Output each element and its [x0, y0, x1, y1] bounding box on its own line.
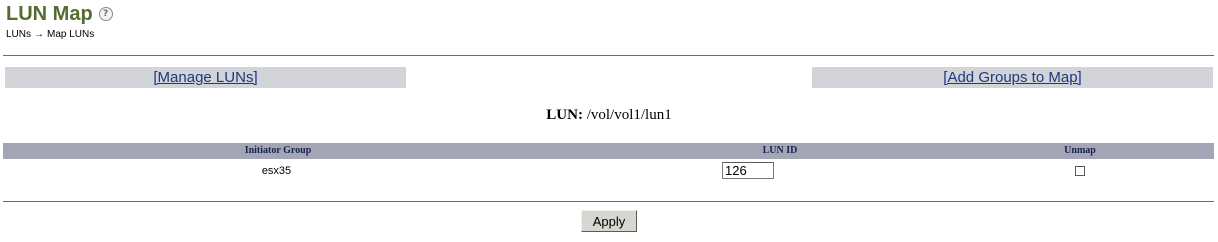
lun-label-prefix: LUN: — [546, 107, 583, 123]
header-initiator-group: Initiator Group — [244, 145, 312, 156]
divider-bottom — [3, 201, 1214, 202]
initiator-group-cell: esx35 — [261, 165, 292, 177]
add-groups-bar: [Add Groups to Map] — [812, 67, 1213, 88]
header-lun-id: LUN ID — [762, 145, 798, 156]
breadcrumb: LUNs → Map LUNs — [6, 29, 94, 40]
header-unmap: Unmap — [1064, 145, 1096, 156]
unmap-checkbox[interactable] — [1075, 166, 1085, 176]
lun-id-input[interactable] — [722, 162, 774, 179]
manage-luns-bar: [Manage LUNs] — [5, 67, 406, 88]
add-groups-to-map-link[interactable]: [Add Groups to Map] — [943, 69, 1081, 86]
arrow-right-icon: → — [34, 29, 45, 40]
manage-luns-link[interactable]: [Manage LUNs] — [153, 69, 257, 86]
page-title-text: LUN Map — [6, 2, 93, 25]
page-title: LUN Map ? — [6, 1, 113, 27]
apply-button[interactable]: Apply — [581, 210, 637, 232]
help-icon[interactable]: ? — [98, 7, 113, 21]
table-header: Initiator Group LUN ID Unmap — [3, 143, 1214, 159]
divider-top — [3, 55, 1214, 56]
breadcrumb-item-luns[interactable]: LUNs — [6, 29, 31, 40]
lun-path: /vol/vol1/lun1 — [586, 107, 672, 123]
breadcrumb-item-map-luns: Map LUNs — [47, 29, 95, 40]
lun-path-label: LUN: /vol/vol1/lun1 — [0, 107, 1218, 124]
